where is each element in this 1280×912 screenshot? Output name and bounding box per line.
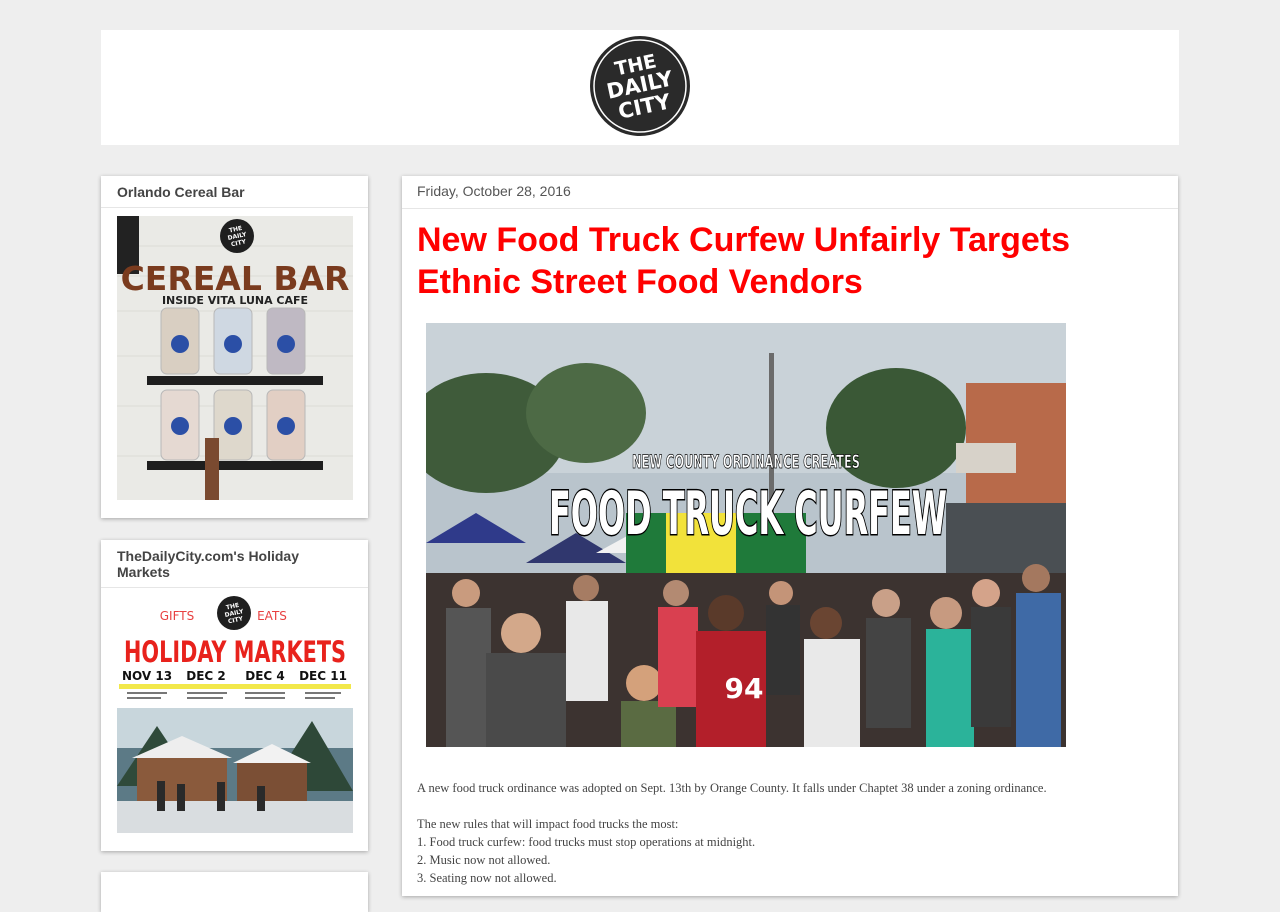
post-list-intro: The new rules that will impact food truc… [417, 817, 679, 831]
jersey-number: 94 [725, 672, 764, 705]
cereal-bar-image[interactable]: THE DAILY CITY CEREAL BAR INSIDE VITA LU… [117, 216, 353, 500]
post-hero-image[interactable]: 94 NEW COUNTY ORDINANCE CREATES FOOD TRU… [426, 323, 1066, 747]
eats-label: EATS [257, 609, 287, 623]
cereal-bar-subline: INSIDE VITA LUNA CAFE [162, 294, 308, 307]
post-list-item: 1. Food truck curfew: food trucks must s… [417, 835, 756, 849]
tree [526, 363, 646, 463]
post-list-item: 2. Music now not allowed. [417, 853, 551, 867]
hanging-strap [205, 438, 219, 500]
post-body: A new food truck ordinance was adopted o… [417, 779, 1157, 887]
widget-title: TheDailyCity.com's Holiday Markets [101, 540, 368, 588]
holiday-markets-headline: HOLIDAY MARKETS [124, 635, 346, 669]
sidebar-widget-holiday-markets: TheDailyCity.com's Holiday Markets GIFTS… [101, 540, 368, 851]
date-banner [119, 684, 351, 689]
hero-overlay-line2: FOOD TRUCK CURFEW [549, 479, 947, 549]
post-paragraph: A new food truck ordinance was adopted o… [417, 781, 1047, 795]
cereal-bar-headline: CEREAL BAR [121, 259, 350, 298]
shelf-top [147, 376, 323, 385]
hero-overlay-line1: NEW COUNTY ORDINANCE CREATES [632, 451, 860, 473]
date-label: NOV 13 [122, 669, 172, 683]
post-date: Friday, October 28, 2016 [402, 176, 1178, 209]
shelf-bottom [147, 461, 323, 470]
gifts-label: GIFTS [160, 609, 194, 623]
daily-city-logo[interactable]: THE DAILY CITY [587, 33, 693, 139]
holiday-markets-image[interactable]: GIFTS EATS THE DAILY CITY HOLIDAY MARKET… [117, 596, 353, 833]
sidebar-widget-cereal-bar: Orlando Cereal Bar THE DAILY CITY CEREAL… [101, 176, 368, 518]
cereal-jars-bottom [160, 389, 306, 461]
sidebar-widget-3 [101, 872, 368, 912]
widget-title: Orlando Cereal Bar [101, 176, 368, 208]
cereal-jars-top [160, 307, 306, 375]
date-label: DEC 11 [299, 669, 347, 683]
post-container: Friday, October 28, 2016 New Food Truck … [402, 176, 1178, 896]
post-list-item: 3. Seating now not allowed. [417, 871, 557, 885]
date-label: DEC 2 [186, 669, 226, 683]
post-title[interactable]: New Food Truck Curfew Unfairly Targets E… [417, 219, 1138, 303]
date-label: DEC 4 [245, 669, 285, 683]
